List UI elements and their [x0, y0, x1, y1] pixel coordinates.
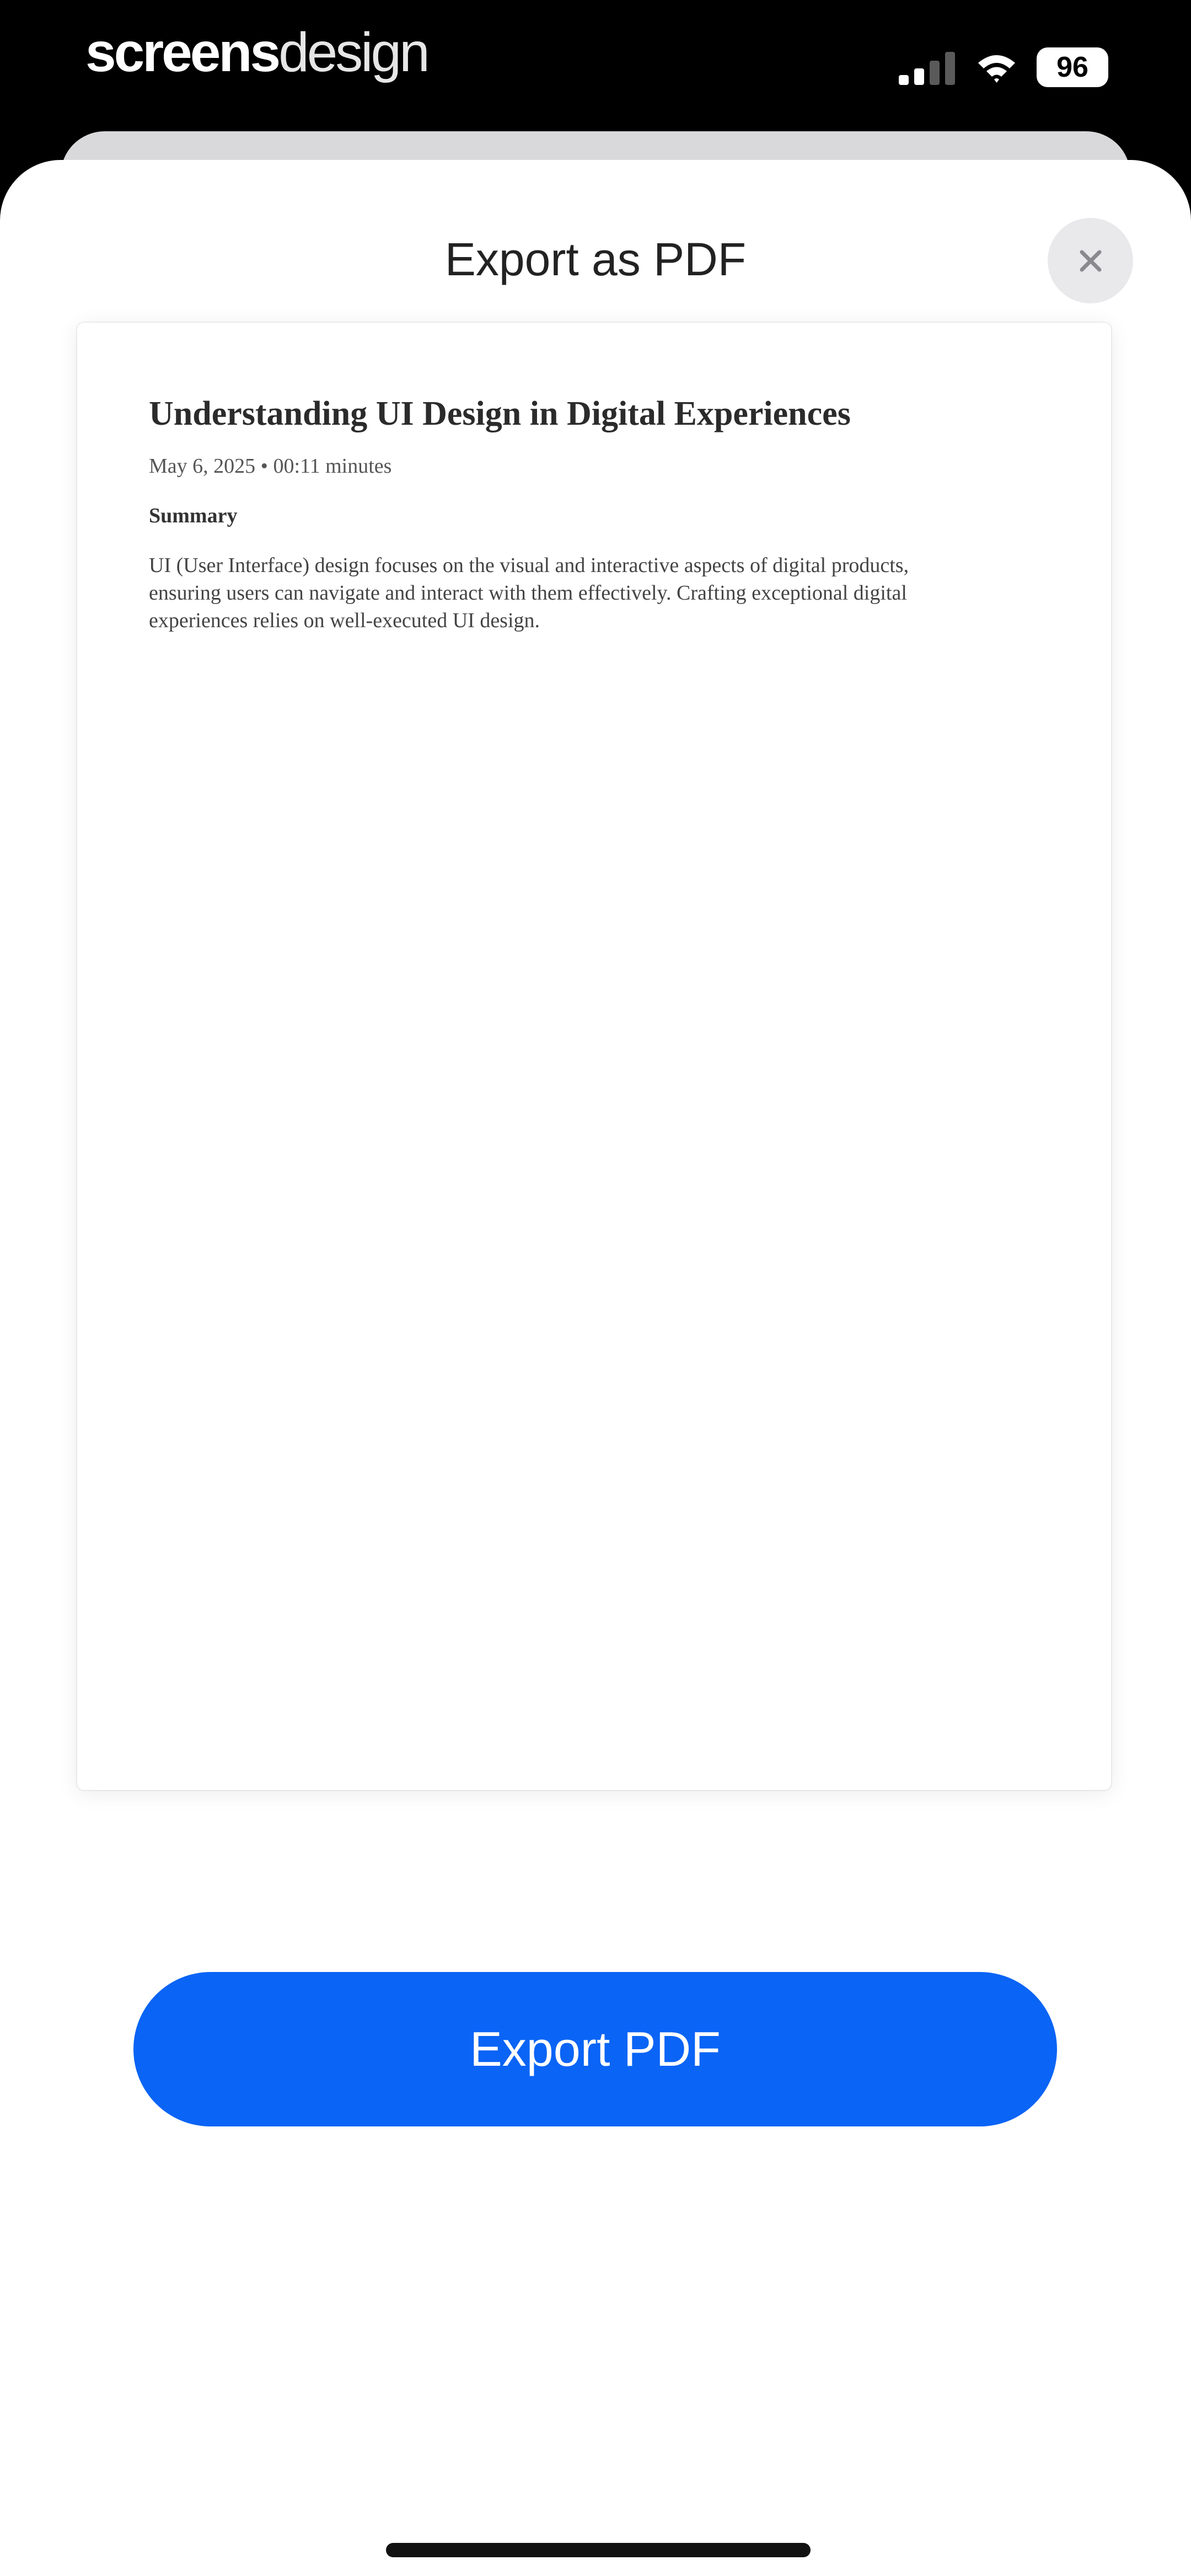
document-meta: May 6, 2025 • 00:11 minutes	[149, 455, 392, 478]
document-section-heading: Summary	[149, 504, 238, 527]
signal-icon	[899, 51, 959, 85]
close-button[interactable]	[1048, 218, 1133, 303]
document-body: UI (User Interface) design focuses on th…	[149, 554, 909, 632]
home-indicator	[386, 2543, 811, 2557]
battery-icon: 96	[1037, 47, 1108, 87]
sheet-title: Export as PDF	[444, 233, 747, 285]
close-icon	[1080, 250, 1101, 271]
brand-watermark: screensdesign	[85, 22, 430, 83]
wifi-icon	[978, 55, 1015, 83]
status-bar: screensdesign 96	[0, 0, 1191, 127]
export-pdf-button[interactable]: Export PDF	[133, 1972, 1057, 2126]
pdf-preview: Understanding UI Design in Digital Exper…	[77, 323, 1111, 1790]
brand-watermark-light: design	[278, 22, 430, 83]
document-title: Understanding UI Design in Digital Exper…	[149, 395, 851, 432]
export-sheet: Export as PDF Understanding UI Design in…	[0, 160, 1191, 2576]
brand-watermark-bold: screens	[85, 22, 281, 83]
